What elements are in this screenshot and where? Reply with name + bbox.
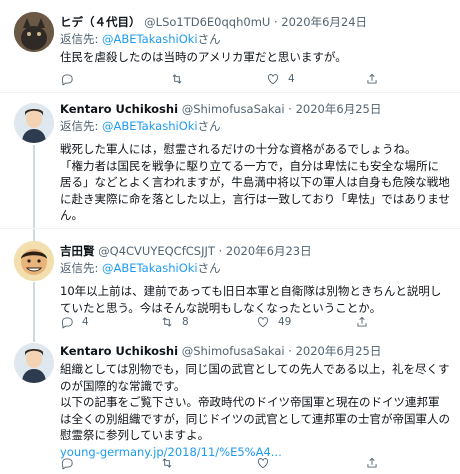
retweet-icon	[172, 74, 182, 84]
share-button[interactable]	[365, 70, 387, 88]
avatar[interactable]	[14, 103, 54, 143]
share-icon	[367, 73, 377, 84]
share-button[interactable]	[355, 313, 377, 331]
face-avatar-image	[14, 241, 54, 281]
tweet-actions: 4 8 49	[60, 313, 440, 331]
like-icon	[267, 74, 279, 85]
like-icon	[257, 458, 269, 469]
retweet-button[interactable]	[170, 70, 192, 88]
handle[interactable]: @LSo1TD6E0qqh0mU	[144, 15, 270, 29]
tweet[interactable]: Kentaro Uchikoshi @ShimofusaSakai · 2020…	[0, 337, 460, 474]
tweet-text: 戦死した軍人には，慰霊されるだけの十分な資格があるでしょうね。 「権力者は国民を…	[60, 142, 450, 222]
avatar[interactable]	[14, 343, 54, 383]
tweet[interactable]: ヒデ（４代目） @LSo1TD6E0qqh0mU · 2020年6月24日 返信…	[0, 0, 460, 92]
retweet-button[interactable]: 8	[160, 313, 189, 331]
reply-icon	[61, 74, 73, 86]
tweet[interactable]: Kentaro Uchikoshi @ShimofusaSakai · 2020…	[0, 93, 460, 228]
share-button[interactable]	[365, 454, 387, 472]
tweet-actions: 4	[60, 70, 440, 88]
reply-button[interactable]	[60, 70, 82, 88]
avatar[interactable]	[14, 12, 54, 52]
display-name[interactable]: Kentaro Uchikoshi	[60, 344, 178, 358]
reply-icon	[61, 317, 73, 329]
reply-icon	[61, 458, 73, 470]
tweet-header: ヒデ（４代目） @LSo1TD6E0qqh0mU · 2020年6月24日	[60, 15, 368, 29]
share-icon	[367, 457, 377, 468]
retweet-icon	[162, 458, 172, 468]
tweet-text: 組織としては別物でも，同じ国の武官としての先人である以上，礼を尽くすのが国際的な…	[60, 362, 450, 459]
mention-link[interactable]: @ABETakashiOki	[102, 32, 198, 46]
handle[interactable]: @Q4CVUYEQCfCSJJT	[98, 244, 215, 258]
cat-avatar-image	[14, 12, 54, 52]
reply-context: 返信先: @ABETakashiOkiさん	[60, 119, 221, 133]
handle[interactable]: @ShimofusaSakai	[182, 102, 285, 116]
tweet-actions	[60, 454, 440, 472]
tweet-header: 吉田賢 @Q4CVUYEQCfCSJJT · 2020年6月23日	[60, 244, 312, 258]
like-button[interactable]: 4	[266, 70, 295, 88]
like-icon	[257, 317, 269, 328]
tweet-header: Kentaro Uchikoshi @ShimofusaSakai · 2020…	[60, 102, 382, 116]
display-name[interactable]: Kentaro Uchikoshi	[60, 102, 178, 116]
like-button[interactable]: 49	[256, 313, 291, 331]
timestamp[interactable]: 2020年6月24日	[281, 15, 367, 29]
avatar[interactable]	[14, 241, 54, 281]
tweet-text: 10年以上前は、建前であっても旧日本軍と自衛隊は別物ときちんと説明していたと思う…	[60, 284, 442, 315]
tweet[interactable]: 吉田賢 @Q4CVUYEQCfCSJJT · 2020年6月23日 返信先: @…	[0, 229, 460, 337]
reply-button[interactable]: 4	[60, 313, 89, 331]
like-button[interactable]	[256, 454, 278, 472]
mention-link[interactable]: @ABETakashiOki	[102, 261, 198, 275]
person-avatar-image	[14, 103, 54, 143]
handle[interactable]: @ShimofusaSakai	[182, 344, 285, 358]
reply-context: 返信先: @ABETakashiOkiさん	[60, 32, 221, 46]
tweet-header: Kentaro Uchikoshi @ShimofusaSakai · 2020…	[60, 344, 382, 358]
reply-context: 返信先: @ABETakashiOkiさん	[60, 261, 221, 275]
person-avatar-image	[14, 343, 54, 383]
retweet-button[interactable]	[160, 454, 182, 472]
timestamp[interactable]: 2020年6月25日	[296, 344, 382, 358]
timestamp[interactable]: 2020年6月25日	[296, 102, 382, 116]
tweet-text: 住民を虐殺したのは当時のアメリカ軍だと思いますが。	[60, 50, 347, 64]
retweet-icon	[162, 317, 172, 327]
timestamp[interactable]: 2020年6月23日	[226, 244, 312, 258]
mention-link[interactable]: @ABETakashiOki	[102, 119, 198, 133]
reply-button[interactable]	[60, 454, 82, 472]
display-name[interactable]: ヒデ（４代目）	[60, 15, 141, 29]
display-name[interactable]: 吉田賢	[60, 244, 95, 258]
share-icon	[357, 316, 367, 327]
